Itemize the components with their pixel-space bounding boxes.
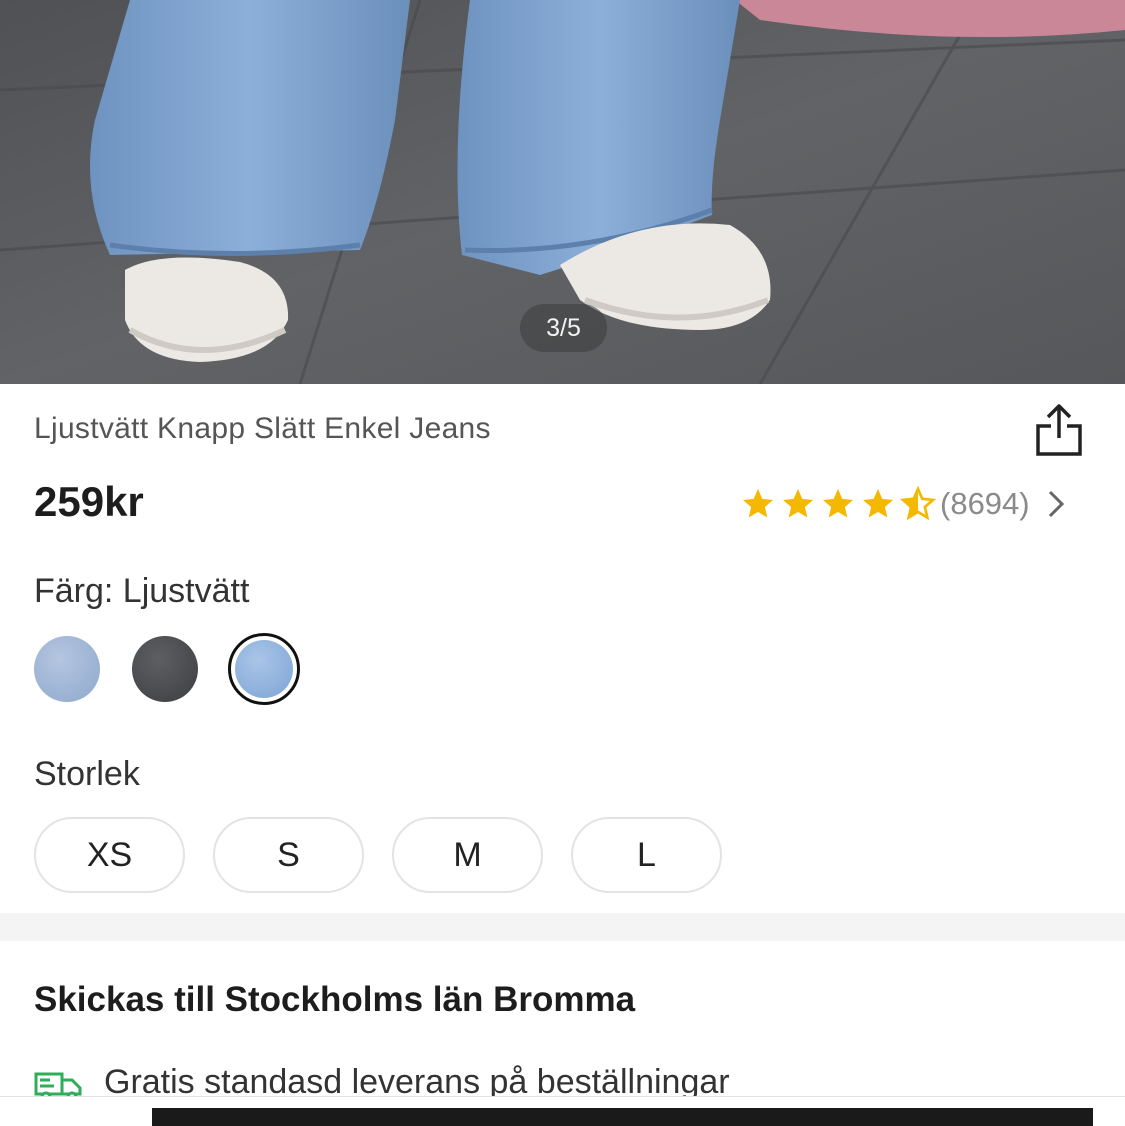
size-option-l[interactable]: L [571, 817, 722, 893]
separator-line [0, 1096, 1125, 1097]
shipping-info-row: Gratis standasd leverans på beställninga… [34, 1060, 1125, 1096]
star-half-icon [900, 486, 936, 521]
product-image[interactable]: 3/5 [0, 0, 1125, 384]
shipping-free-text: Gratis standasd leverans på beställninga… [104, 1063, 730, 1096]
section-divider [0, 913, 1125, 941]
color-label: Färg: Ljustvätt [34, 572, 250, 610]
size-option-xs[interactable]: XS [34, 817, 185, 893]
star-full-icon [823, 489, 853, 518]
chevron-right-icon [1048, 490, 1064, 518]
size-label: Storlek [34, 755, 140, 793]
share-icon[interactable] [1032, 402, 1086, 458]
shipping-destination[interactable]: Skickas till Stockholms län Bromma [34, 980, 635, 1020]
star-full-icon [743, 489, 773, 518]
truck-icon [34, 1072, 82, 1096]
image-pager: 3/5 [520, 304, 607, 352]
color-swatch-light-wash-selected[interactable] [228, 633, 300, 705]
color-swatch-light-blue[interactable] [34, 636, 100, 702]
star-full-icon [783, 489, 813, 518]
star-full-icon [863, 489, 893, 518]
rating-count: (8694) [940, 486, 1030, 521]
product-title: Ljustvätt Knapp Slätt Enkel Jeans [34, 412, 491, 445]
rating-summary[interactable]: (8694) [740, 482, 1068, 526]
size-option-s[interactable]: S [213, 817, 364, 893]
color-swatch-dark-grey[interactable] [132, 636, 198, 702]
product-price: 259kr [34, 478, 144, 525]
bottom-action-bar[interactable] [152, 1108, 1093, 1126]
size-option-m[interactable]: M [392, 817, 543, 893]
